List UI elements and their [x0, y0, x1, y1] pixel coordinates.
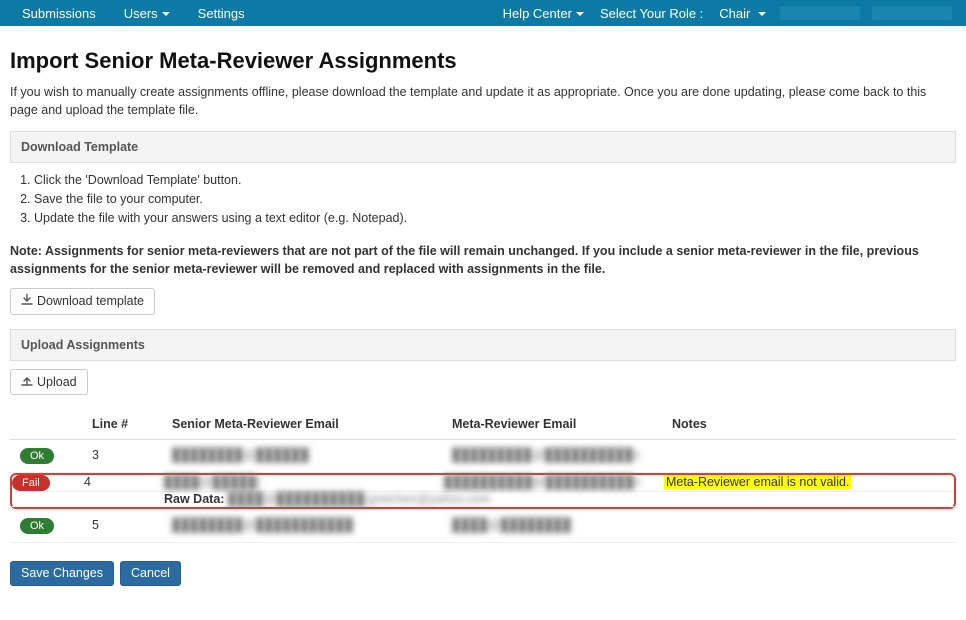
nav-role-value: Chair [719, 6, 750, 21]
table-header-row: Line # Senior Meta-Reviewer Email Meta-R… [10, 409, 956, 440]
upload-button[interactable]: Upload [10, 369, 88, 396]
caret-icon [162, 12, 170, 16]
mr-email: ██████████@██████████n [444, 475, 641, 489]
nav-users[interactable]: Users [110, 2, 184, 25]
status-badge: Fail [12, 475, 50, 491]
nav-left: Submissions Users Settings [8, 2, 259, 25]
nav-placeholder [872, 6, 952, 20]
row-notes [662, 440, 956, 473]
page-intro: If you wish to manually create assignmen… [10, 84, 956, 119]
nav-placeholder [780, 6, 860, 20]
instruction-step: Save the file to your computer. [34, 190, 956, 209]
download-template-header: Download Template [10, 131, 956, 163]
nav-right: Help Center Select Your Role : Chair [495, 2, 958, 25]
col-notes-header: Notes [662, 409, 956, 440]
page-note: Note: Assignments for senior meta-review… [10, 243, 956, 278]
nav-users-label: Users [124, 6, 158, 21]
nav-submissions[interactable]: Submissions [8, 2, 110, 25]
row-notes: Meta-Reviewer email is not valid. [664, 475, 851, 489]
status-badge: Ok [20, 518, 54, 534]
line-number: 5 [82, 510, 162, 543]
cancel-button[interactable]: Cancel [120, 561, 181, 586]
upload-assignments-header: Upload Assignments [10, 329, 956, 361]
nav-role-select[interactable]: Chair [711, 2, 774, 25]
upload-label: Upload [37, 376, 77, 389]
download-template-button[interactable]: Download template [10, 288, 155, 315]
nav-settings[interactable]: Settings [184, 2, 259, 25]
caret-icon [576, 12, 584, 16]
row-notes [662, 510, 956, 543]
nav-help-label: Help Center [503, 6, 572, 21]
sr-email: ████@█████t [164, 475, 260, 489]
nav-role-label: Select Your Role : [592, 2, 711, 25]
col-status [10, 409, 82, 440]
download-instructions: Click the 'Download Template' button. Sa… [10, 171, 956, 235]
col-mr-header: Meta-Reviewer Email [442, 409, 662, 440]
nav-help-center[interactable]: Help Center [495, 2, 592, 25]
download-template-label: Download template [37, 295, 144, 308]
save-changes-button[interactable]: Save Changes [10, 561, 114, 586]
upload-icon [21, 375, 33, 390]
download-icon [21, 294, 33, 309]
page-title: Import Senior Meta-Reviewer Assignments [10, 48, 956, 74]
raw-data-value: ████@██████████;gretchen@yahoo.com [228, 492, 491, 506]
sr-email: ████████@██████ [172, 448, 309, 462]
line-number: 3 [82, 440, 162, 473]
instruction-step: Click the 'Download Template' button. [34, 171, 956, 190]
mr-email: █████████@██████████n [452, 448, 640, 462]
upload-results-table: Line # Senior Meta-Reviewer Email Meta-R… [10, 409, 956, 543]
main-container: Import Senior Meta-Reviewer Assignments … [0, 26, 966, 620]
line-number: 4 [84, 475, 164, 492]
mr-email: ████@████████ [452, 518, 571, 532]
col-line-header: Line # [82, 409, 162, 440]
sr-email: ████████@███████████ [172, 518, 353, 532]
col-sr-header: Senior Meta-Reviewer Email [162, 409, 442, 440]
table-row-fail: Fail 4 ████@█████t ██████████@██████████… [10, 473, 956, 510]
status-badge: Ok [20, 448, 54, 464]
table-row: Ok 3 ████████@██████ █████████@█████████… [10, 440, 956, 473]
instruction-step: Update the file with your answers using … [34, 209, 956, 228]
top-navbar: Submissions Users Settings Help Center S… [0, 0, 966, 26]
fail-highlight-box: Fail 4 ████@█████t ██████████@██████████… [10, 473, 956, 509]
caret-icon [758, 12, 766, 16]
raw-data-label: Raw Data: [164, 492, 224, 506]
table-row: Ok 5 ████████@███████████ ████@████████ [10, 510, 956, 543]
